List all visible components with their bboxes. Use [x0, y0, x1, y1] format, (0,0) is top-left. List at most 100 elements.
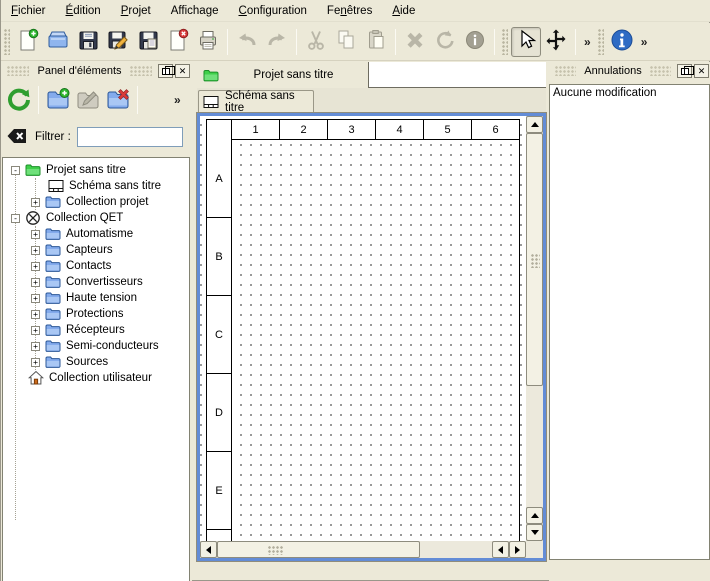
tree-item-protections[interactable]: + Protections [3, 306, 189, 322]
undo-panel-titlebar[interactable]: Annulations ✕ [549, 62, 710, 80]
close-document-button[interactable] [163, 27, 193, 57]
tree-item-sources[interactable]: + Sources [3, 354, 189, 370]
pointer-select-button[interactable] [511, 27, 541, 57]
save-all-button[interactable] [133, 27, 163, 57]
tree-item-automatisme[interactable]: + Automatisme [3, 226, 189, 242]
tree-item-convertisseurs[interactable]: + Convertisseurs [3, 274, 189, 290]
horizontal-scroll-thumb[interactable] [217, 541, 420, 558]
tree-item-recepteurs[interactable]: + Récepteurs [3, 322, 189, 338]
tree-item-project[interactable]: - Projet sans titre [3, 162, 189, 178]
tab-projet-sans-titre[interactable]: Projet sans titre [197, 62, 369, 88]
thumb-grip [268, 546, 284, 555]
redo-button[interactable] [262, 27, 292, 57]
scroll-right-button[interactable] [509, 541, 526, 558]
toolbar-drag-handle[interactable] [598, 29, 604, 55]
tab-schema-sans-titre[interactable]: Schéma sans titre [198, 90, 314, 113]
tree-item-contacts[interactable]: + Contacts [3, 258, 189, 274]
menu-aide[interactable]: Aide [382, 2, 425, 20]
tree-item-capteurs[interactable]: + Capteurs [3, 242, 189, 258]
save-all-icon [136, 28, 160, 55]
about-qet-button[interactable] [607, 27, 637, 57]
tree-item-collection-projet[interactable]: + Collection projet [3, 194, 189, 210]
close-panel-button[interactable]: ✕ [175, 64, 190, 78]
scroll-up-button-secondary[interactable] [526, 507, 543, 524]
collections-tree: - Projet sans titre Schéma sans titre + … [2, 157, 190, 581]
tree-item-semi-conducteurs[interactable]: + Semi-conducteurs [3, 338, 189, 354]
expand-expander[interactable]: + [31, 342, 40, 351]
expand-expander[interactable]: + [31, 326, 40, 335]
blue-folder-icon [45, 226, 61, 242]
open-document-button[interactable] [43, 27, 73, 57]
menu-projet[interactable]: Projet [111, 2, 161, 20]
expand-expander[interactable]: + [31, 230, 40, 239]
scroll-down-button[interactable] [526, 524, 543, 541]
menu-configuration[interactable]: Configuration [229, 2, 317, 20]
toolbar-drag-handle[interactable] [502, 29, 508, 55]
undo-list-item[interactable]: Aucune modification [550, 85, 709, 101]
menu-fichier[interactable]: Fichier [1, 2, 56, 20]
undo-icon [235, 28, 259, 55]
scroll-left-button[interactable] [200, 541, 217, 558]
expand-expander[interactable]: + [31, 310, 40, 319]
menu-affichage[interactable]: Affichage [161, 2, 229, 20]
horizontal-scrollbar[interactable] [200, 541, 526, 558]
paste-button[interactable] [361, 27, 391, 57]
undo-history-list[interactable]: Aucune modification [549, 84, 710, 560]
arrow-down-icon [531, 530, 539, 535]
new-document-icon [16, 28, 40, 55]
copy-button[interactable] [331, 27, 361, 57]
undo-button[interactable] [232, 27, 262, 57]
clear-filter-button[interactable] [6, 127, 28, 148]
elements-panel-titlebar[interactable]: Panel d'éléments ✕ [1, 62, 192, 80]
menu-edition[interactable]: Édition [56, 2, 111, 20]
tree-item-schema[interactable]: Schéma sans titre [3, 178, 189, 194]
expand-expander[interactable]: + [31, 198, 40, 207]
rotate-button[interactable] [430, 27, 460, 57]
print-button[interactable] [193, 27, 223, 57]
expand-expander[interactable]: + [31, 294, 40, 303]
tree-item-collection-utilisateur[interactable]: Collection utilisateur [3, 370, 189, 386]
expand-expander[interactable]: + [31, 246, 40, 255]
delete-element-button[interactable] [103, 85, 133, 115]
collapse-expander[interactable]: - [11, 214, 20, 223]
folder-x-icon [105, 86, 131, 115]
float-panel-button[interactable] [158, 64, 173, 78]
reload-collections-button[interactable] [4, 85, 34, 115]
save-button[interactable] [73, 27, 103, 57]
tree-item-collection-qet[interactable]: - Collection QET [3, 210, 189, 226]
collapse-expander[interactable]: - [11, 166, 20, 175]
delete-button[interactable] [400, 27, 430, 57]
toolbar-overflow-button[interactable]: » [580, 35, 595, 49]
folder-plus-icon [45, 86, 71, 115]
toolbar-overflow-button[interactable]: » [637, 35, 652, 49]
new-document-button[interactable] [13, 27, 43, 57]
float-icon [162, 68, 170, 75]
mdi-workspace: Projet sans titre Schéma sans titre 1 2 … [194, 62, 548, 581]
tree-item-haute-tension[interactable]: + Haute tension [3, 290, 189, 306]
vertical-scroll-thumb[interactable] [526, 133, 543, 386]
copy-icon [334, 28, 358, 55]
scroll-left-button-secondary[interactable] [492, 541, 509, 558]
close-panel-button[interactable]: ✕ [694, 64, 709, 78]
expand-expander[interactable]: + [31, 278, 40, 287]
panel-toolbar-overflow-button[interactable]: » [170, 93, 185, 107]
column-label: 2 [280, 120, 328, 140]
float-panel-button[interactable] [677, 64, 692, 78]
project-tab-label: Projet sans titre [219, 69, 368, 81]
information-button[interactable] [460, 27, 490, 57]
diagram-canvas[interactable]: 1 2 3 4 5 6 A B C D E [200, 116, 526, 541]
vertical-scrollbar[interactable] [526, 116, 543, 541]
row-label [207, 530, 232, 541]
move-tool-button[interactable] [541, 27, 571, 57]
expand-expander[interactable]: + [31, 358, 40, 367]
expand-expander[interactable]: + [31, 262, 40, 271]
menu-fenetres[interactable]: Fenêtres [317, 2, 382, 20]
new-element-button[interactable] [43, 85, 73, 115]
toolbar-drag-handle[interactable] [4, 29, 10, 55]
filter-input[interactable] [77, 127, 183, 147]
cut-button[interactable] [301, 27, 331, 57]
menu-bar: Fichier Édition Projet Affichage Configu… [1, 0, 710, 22]
scroll-up-button[interactable] [526, 116, 543, 133]
edit-element-button[interactable] [73, 85, 103, 115]
save-as-button[interactable] [103, 27, 133, 57]
